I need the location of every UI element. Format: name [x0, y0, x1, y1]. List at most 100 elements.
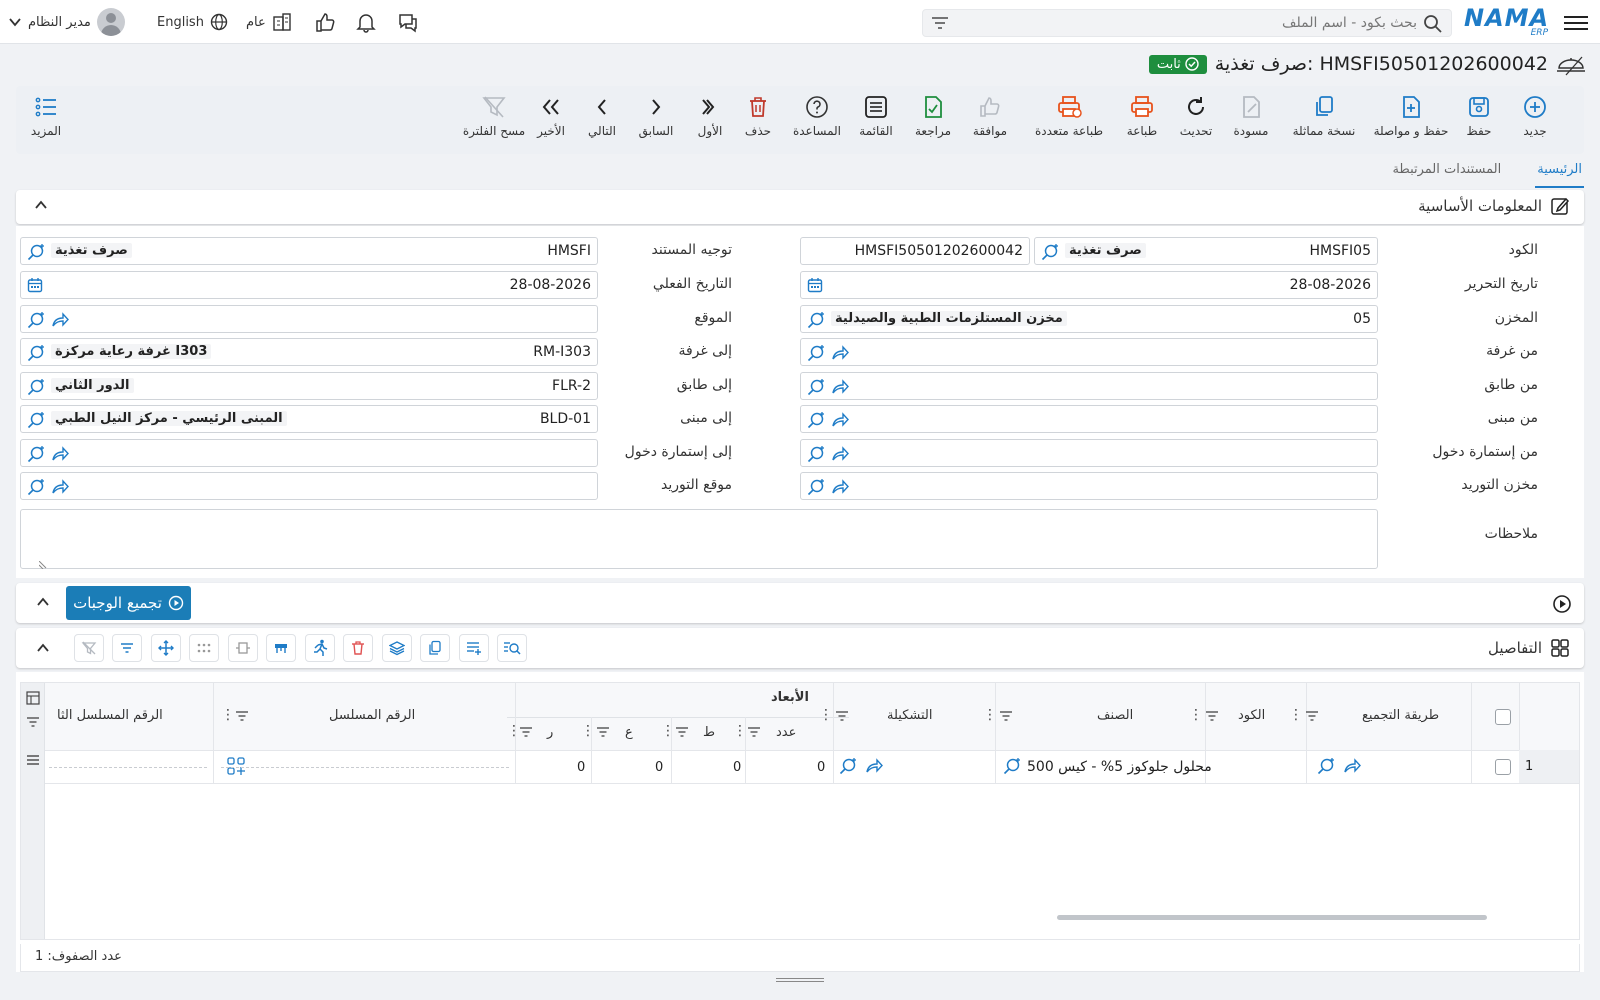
serial-entry-icon[interactable] — [227, 757, 245, 779]
col-collect-method[interactable]: طريقة التجميع — [1362, 708, 1439, 723]
share-icon[interactable] — [865, 758, 883, 778]
resize-handle-icon[interactable] — [38, 558, 47, 573]
serial-input[interactable] — [221, 767, 509, 768]
search-plus-icon[interactable] — [807, 411, 825, 433]
search-plus-icon[interactable] — [27, 378, 45, 400]
code-field[interactable]: HMSFI05 صرف تغذية — [1034, 237, 1378, 265]
column-filter-icon[interactable] — [835, 709, 849, 727]
row-count-value[interactable]: 0 — [817, 760, 825, 775]
layers-icon[interactable] — [382, 634, 412, 662]
notes-textarea[interactable] — [20, 509, 1378, 570]
add-row-icon[interactable] — [459, 634, 489, 662]
supply-warehouse-field[interactable] — [800, 472, 1378, 500]
new-button[interactable]: جديد — [1505, 94, 1565, 138]
search-plus-icon[interactable] — [807, 445, 825, 467]
thumbs-up-icon[interactable] — [314, 8, 336, 36]
share-icon[interactable] — [831, 412, 849, 432]
logo[interactable]: NAMA ERP — [1464, 4, 1552, 40]
row-menu-icon[interactable] — [26, 753, 40, 771]
print-button[interactable]: طباعة — [1112, 94, 1172, 138]
collect-meals-button[interactable]: تجميع الوجبات — [66, 586, 191, 620]
share-icon[interactable] — [831, 379, 849, 399]
refresh-button[interactable]: تحديث — [1166, 94, 1226, 138]
clear-filter-button[interactable]: مسح الفلترة — [454, 94, 534, 138]
search-plus-icon[interactable] — [807, 344, 825, 366]
branch-switch[interactable]: عام — [246, 8, 292, 36]
column-menu-icon[interactable]: ⋮ — [661, 723, 675, 739]
search-plus-icon[interactable] — [27, 344, 45, 366]
chat-icon[interactable] — [397, 8, 419, 36]
filter-icon[interactable] — [112, 634, 142, 662]
column-menu-icon[interactable]: ⋮ — [581, 723, 595, 739]
col-t[interactable]: ط — [703, 725, 715, 740]
horizontal-scrollbar[interactable] — [1057, 915, 1487, 920]
help-button[interactable]: المساعدة — [782, 94, 852, 138]
save-continue-button[interactable]: حفظ و مواصلة — [1366, 94, 1456, 138]
column-filter-icon[interactable] — [1205, 709, 1219, 727]
row-t-value[interactable]: 0 — [733, 760, 741, 775]
column-menu-icon[interactable]: ⋮ — [819, 707, 833, 723]
col-count[interactable]: عدد — [776, 725, 796, 740]
trash-icon[interactable] — [343, 634, 373, 662]
column-filter-icon[interactable] — [235, 709, 249, 727]
supply-location-field[interactable] — [20, 472, 598, 500]
column-filter-icon[interactable] — [596, 725, 610, 743]
to-building-field[interactable]: BLD-01 المبنى الرئيسي - مركز النيل الطبي — [20, 405, 598, 433]
share-icon[interactable] — [51, 446, 69, 466]
column-filter-icon[interactable] — [1305, 709, 1319, 727]
actual-date-field[interactable]: 28-08-2026 — [20, 271, 598, 299]
search-plus-icon[interactable] — [27, 445, 45, 467]
to-floor-field[interactable]: FLR-2 الدور الثاني — [20, 372, 598, 400]
calendar-icon[interactable] — [807, 277, 823, 297]
row-a-value[interactable]: 0 — [655, 760, 663, 775]
search-plus-icon[interactable] — [807, 311, 825, 333]
col-serial[interactable]: الرقم المسلسل — [329, 708, 415, 723]
table-settings-icon[interactable] — [26, 691, 40, 709]
row-checkbox[interactable] — [1495, 759, 1511, 775]
language-switch[interactable]: English — [157, 8, 228, 36]
table-insert-icon[interactable] — [266, 634, 296, 662]
tab-main[interactable]: الرئيسية — [1535, 158, 1584, 188]
row-item[interactable]: محلول جلوكوز 5% - كيس 500 — [1027, 759, 1212, 775]
column-menu-icon[interactable]: ⋮ — [507, 723, 521, 739]
panel-resize-handle[interactable] — [776, 976, 824, 984]
approve-button[interactable]: موافقة — [960, 94, 1020, 138]
serial-2-input[interactable] — [49, 767, 207, 768]
share-icon[interactable] — [51, 312, 69, 332]
search-plus-icon[interactable] — [1041, 243, 1059, 265]
multi-print-button[interactable]: طباعة متعددة — [1024, 94, 1114, 138]
share-icon[interactable] — [831, 345, 849, 365]
play-circle-icon[interactable] — [1552, 594, 1572, 618]
bell-icon[interactable] — [355, 8, 377, 36]
to-admission-field[interactable] — [20, 439, 598, 467]
from-floor-field[interactable] — [800, 372, 1378, 400]
calendar-icon[interactable] — [27, 277, 43, 297]
column-menu-icon[interactable]: ⋮ — [733, 723, 747, 739]
code-number-field[interactable]: HMSFI50501202600042 — [800, 237, 1030, 265]
column-filter-icon[interactable] — [675, 725, 689, 743]
column-filter-icon[interactable] — [747, 725, 761, 743]
first-button[interactable]: الأول — [680, 94, 740, 138]
column-menu-icon[interactable]: ⋮ — [983, 707, 997, 723]
move-icon[interactable] — [151, 634, 181, 662]
chevron-up-icon[interactable] — [34, 198, 48, 216]
column-menu-icon[interactable]: ⋮ — [221, 707, 235, 723]
save-button[interactable]: حفظ — [1449, 94, 1509, 138]
col-config[interactable]: التشكيلة — [887, 708, 932, 723]
search-plus-icon[interactable] — [807, 478, 825, 500]
share-icon[interactable] — [1343, 758, 1361, 778]
column-filter-icon[interactable] — [519, 725, 533, 743]
search-list-icon[interactable] — [497, 634, 527, 662]
row-r-value[interactable]: 0 — [577, 760, 585, 775]
copy-icon[interactable] — [420, 634, 450, 662]
column-filter-icon[interactable] — [999, 709, 1013, 727]
previous-button[interactable]: السابق — [626, 94, 686, 138]
search-plus-icon[interactable] — [27, 243, 45, 265]
draft-button[interactable]: مسودة — [1221, 94, 1281, 138]
share-icon[interactable] — [831, 479, 849, 499]
search-plus-icon[interactable] — [27, 311, 45, 333]
search-plus-icon[interactable] — [1003, 757, 1021, 779]
search-plus-icon[interactable] — [27, 411, 45, 433]
share-icon[interactable] — [831, 446, 849, 466]
basic-info-header[interactable]: المعلومات الأساسية — [16, 190, 1584, 224]
